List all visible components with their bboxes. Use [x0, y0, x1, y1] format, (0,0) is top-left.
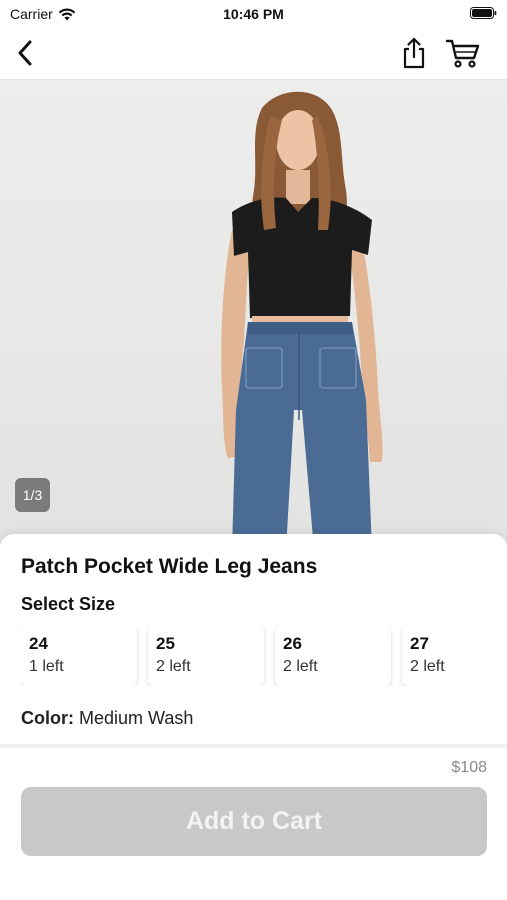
size-value: 25 — [156, 634, 175, 653]
product-title: Patch Pocket Wide Leg Jeans — [21, 555, 318, 578]
share-icon — [403, 37, 425, 69]
size-stock: 2 left — [283, 658, 318, 675]
model-illustration — [221, 91, 383, 550]
battery-icon — [470, 7, 497, 19]
size-value: 24 — [29, 634, 48, 653]
image-counter-badge: 1/3 — [15, 478, 50, 512]
size-value: 26 — [283, 634, 302, 653]
size-option[interactable]: 24 1 left — [21, 626, 137, 686]
price: $108 — [451, 759, 487, 776]
product-details-sheet: Patch Pocket Wide Leg Jeans Select Size … — [0, 534, 507, 744]
chevron-left-icon — [18, 40, 32, 66]
product-photo[interactable] — [0, 80, 507, 550]
size-heading: Select Size — [21, 594, 116, 614]
size-option[interactable]: 25 2 left — [148, 626, 264, 686]
navigation-bar — [0, 28, 507, 80]
share-button[interactable] — [398, 34, 430, 72]
divider — [0, 744, 507, 748]
add-to-cart-button[interactable]: Add to Cart — [21, 787, 487, 856]
size-stock: 1 left — [29, 658, 64, 675]
color-label: Color: — [21, 708, 74, 728]
color-value: Medium Wash — [79, 708, 194, 728]
cart-button[interactable] — [443, 34, 483, 72]
size-option[interactable]: 26 2 left — [275, 626, 391, 686]
size-stock: 2 left — [410, 658, 445, 675]
color-info: Color: Medium Wash — [21, 708, 193, 729]
clock: 10:46 PM — [223, 6, 284, 22]
size-stock: 2 left — [156, 658, 191, 675]
size-value: 27 — [410, 634, 429, 653]
cart-icon — [445, 39, 480, 68]
size-selector: 24 1 left 25 2 left 26 2 left 27 2 left — [21, 626, 507, 686]
status-bar: Carrier 10:46 PM — [0, 0, 507, 28]
size-option[interactable]: 27 2 left — [402, 626, 507, 686]
back-button[interactable] — [10, 36, 40, 70]
